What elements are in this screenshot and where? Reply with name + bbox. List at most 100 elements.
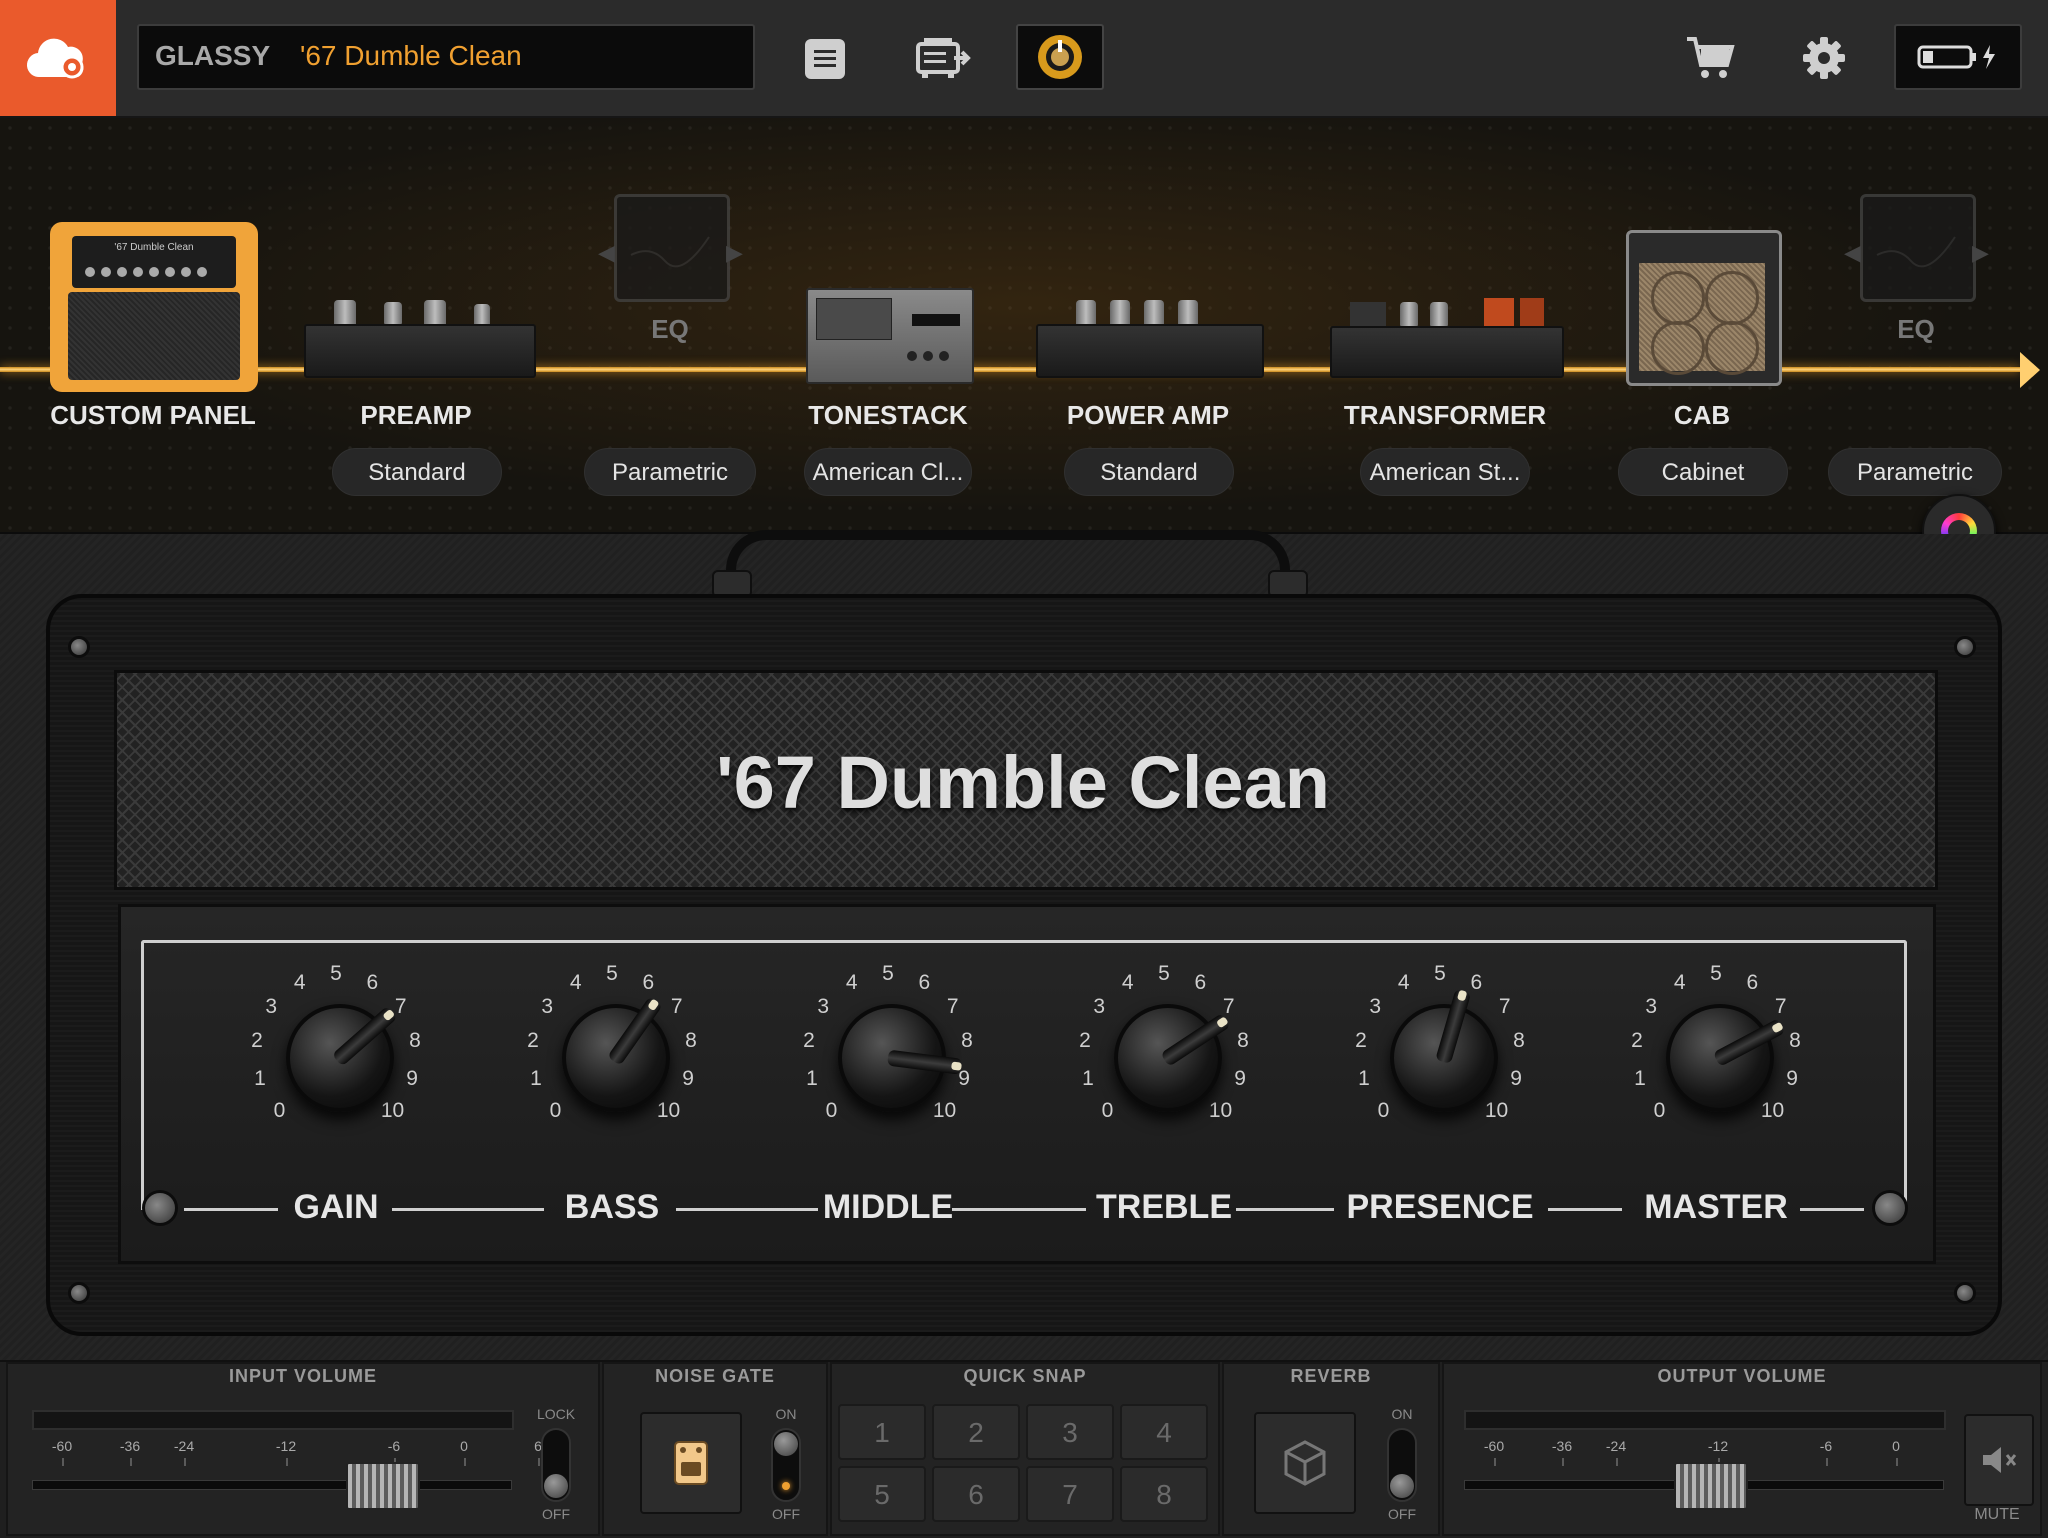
knob-scale-number: 5 [1710,962,1722,985]
scale-label: 0 [460,1438,468,1454]
eq-prev-icon[interactable]: ◀ [1844,240,1861,266]
preset-list-button[interactable] [800,34,850,84]
rack-export-button[interactable] [912,30,976,86]
reverb-button[interactable] [1254,1412,1356,1514]
cloud-logo-button[interactable] [0,0,116,116]
preset-selector[interactable]: GLASSY '67 Dumble Clean [137,24,755,90]
settings-button[interactable] [1796,30,1852,86]
scale-tick [1494,1458,1496,1466]
signal-chain: '67 Dumble Clean CUSTOM PANEL PREAMP Sta… [0,118,2048,568]
knob-treble[interactable]: 0 1 2 3 4 5 6 7 8 9 10 [1054,962,1274,1168]
module-type-preamp[interactable]: Standard [332,448,502,496]
noise-gate-title: NOISE GATE [655,1366,775,1386]
tuner-icon [1038,35,1082,79]
knob-pointer-tip [647,998,660,1012]
knob-scale-number: 5 [1434,962,1446,985]
mini-knob-row [82,264,210,282]
lock-toggle[interactable] [541,1428,571,1502]
knob-body[interactable] [286,1004,398,1112]
knob-pointer [1435,988,1472,1065]
shop-cart-button[interactable] [1682,30,1738,86]
knob-scale-number: 0 [273,1098,286,1122]
knob-scale-number: 1 [1082,1066,1094,1090]
panel-rule [392,1208,544,1211]
knob-bass[interactable]: 0 1 2 3 4 5 6 7 8 9 10 [502,962,722,1168]
control-label-master: MASTER [1644,1188,1788,1226]
scale-tick [62,1458,64,1466]
knob-scale-number: 9 [1510,1066,1522,1090]
knob-scale-number: 2 [251,1029,263,1053]
mute-button[interactable] [1964,1414,2034,1506]
cab-module[interactable] [1626,230,1782,386]
mini-cabinet [68,292,240,380]
knob-scale-number: 1 [1634,1066,1646,1090]
knob-scale-number: 10 [656,1098,681,1122]
knob-scale-number: 0 [825,1098,838,1122]
reverb-toggle[interactable] [1387,1428,1417,1502]
scale-tick [1616,1458,1618,1466]
tonestack-module[interactable] [806,288,974,384]
noise-gate-toggle[interactable] [771,1428,801,1502]
noise-gate-on-label: ON [775,1406,797,1422]
custom-panel-module[interactable]: '67 Dumble Clean [50,222,258,392]
knob-scale-number: 2 [803,1029,815,1053]
eq-next-icon[interactable]: ▶ [726,240,743,266]
module-type-tonestack[interactable]: American Cl... [804,448,972,496]
knob-scale-number: 4 [293,970,306,994]
knob-scale-number: 3 [1369,994,1382,1018]
quick-snap-slot-8[interactable]: 8 [1120,1466,1208,1522]
quick-snap-slot-2[interactable]: 2 [932,1404,1020,1460]
quick-snap-slot-7[interactable]: 7 [1026,1466,1114,1522]
knob-scale-number: 1 [254,1066,266,1090]
output-volume-title: OUTPUT VOLUME [1657,1366,1827,1386]
knob-scale-number: 4 [569,970,582,994]
eq-prev-icon[interactable]: ◀ [598,240,615,266]
module-name-eq-1: EQ [651,314,689,344]
knob-gain[interactable]: 0 1 2 3 4 5 6 7 8 9 10 [226,962,446,1168]
scale-tick [464,1458,466,1466]
mini-amp-head: '67 Dumble Clean [72,236,236,288]
knob-body[interactable] [1114,1004,1231,1112]
amp-handle [726,530,1290,580]
knob-master[interactable]: 0 1 2 3 4 5 6 7 8 9 10 [1606,962,1826,1168]
scale-tick [1562,1458,1564,1466]
quick-snap-slot-5[interactable]: 5 [838,1466,926,1522]
transformer-module[interactable] [1330,298,1564,378]
knob-scale-number: 9 [1234,1066,1246,1090]
preamp-module[interactable] [304,300,536,378]
knob-body[interactable] [1390,988,1498,1112]
output-volume-fader[interactable] [1674,1462,1748,1510]
knob-body[interactable] [562,996,670,1112]
top-bar: GLASSY '67 Dumble Clean [0,0,2048,118]
scale-label: -24 [173,1438,195,1454]
knob-scale-number: 6 [366,970,379,994]
tuner-button[interactable] [1016,24,1104,90]
module-type-eq-1[interactable]: Parametric [584,448,756,496]
panel-screw-left [142,1190,178,1226]
amp-screw [1954,636,1976,658]
quick-snap-slot-4[interactable]: 4 [1120,1404,1208,1460]
input-volume-fader[interactable] [346,1462,420,1510]
eq-next-icon[interactable]: ▶ [1972,240,1989,266]
quick-snap-slot-6[interactable]: 6 [932,1466,1020,1522]
knob-presence[interactable]: 0 1 2 3 4 5 6 7 8 9 10 [1330,962,1550,1168]
eq-module-2[interactable] [1860,194,1976,302]
module-type-power-amp[interactable]: Standard [1064,448,1234,496]
panel-rule [1800,1208,1864,1211]
panel-rule [952,1208,1086,1211]
quick-snap-slot-3[interactable]: 3 [1026,1404,1114,1460]
module-type-eq-2[interactable]: Parametric [1828,448,2002,496]
gear-icon [1803,37,1845,79]
knob-middle[interactable]: 0 1 2 3 4 5 6 7 8 9 10 [778,962,998,1168]
noise-gate-button[interactable] [640,1412,742,1514]
knob-pointer [331,1005,398,1067]
power-amp-module[interactable] [1036,300,1264,378]
panel-screw-right [1872,1190,1908,1226]
module-type-transformer[interactable]: American St... [1360,448,1530,496]
knob-body[interactable] [1666,1004,1786,1112]
quick-snap-slot-1[interactable]: 1 [838,1404,926,1460]
knob-body[interactable] [838,1004,963,1112]
module-type-cab[interactable]: Cabinet [1618,448,1788,496]
rack-export-icon [916,38,971,78]
eq-module-1[interactable] [614,194,730,302]
